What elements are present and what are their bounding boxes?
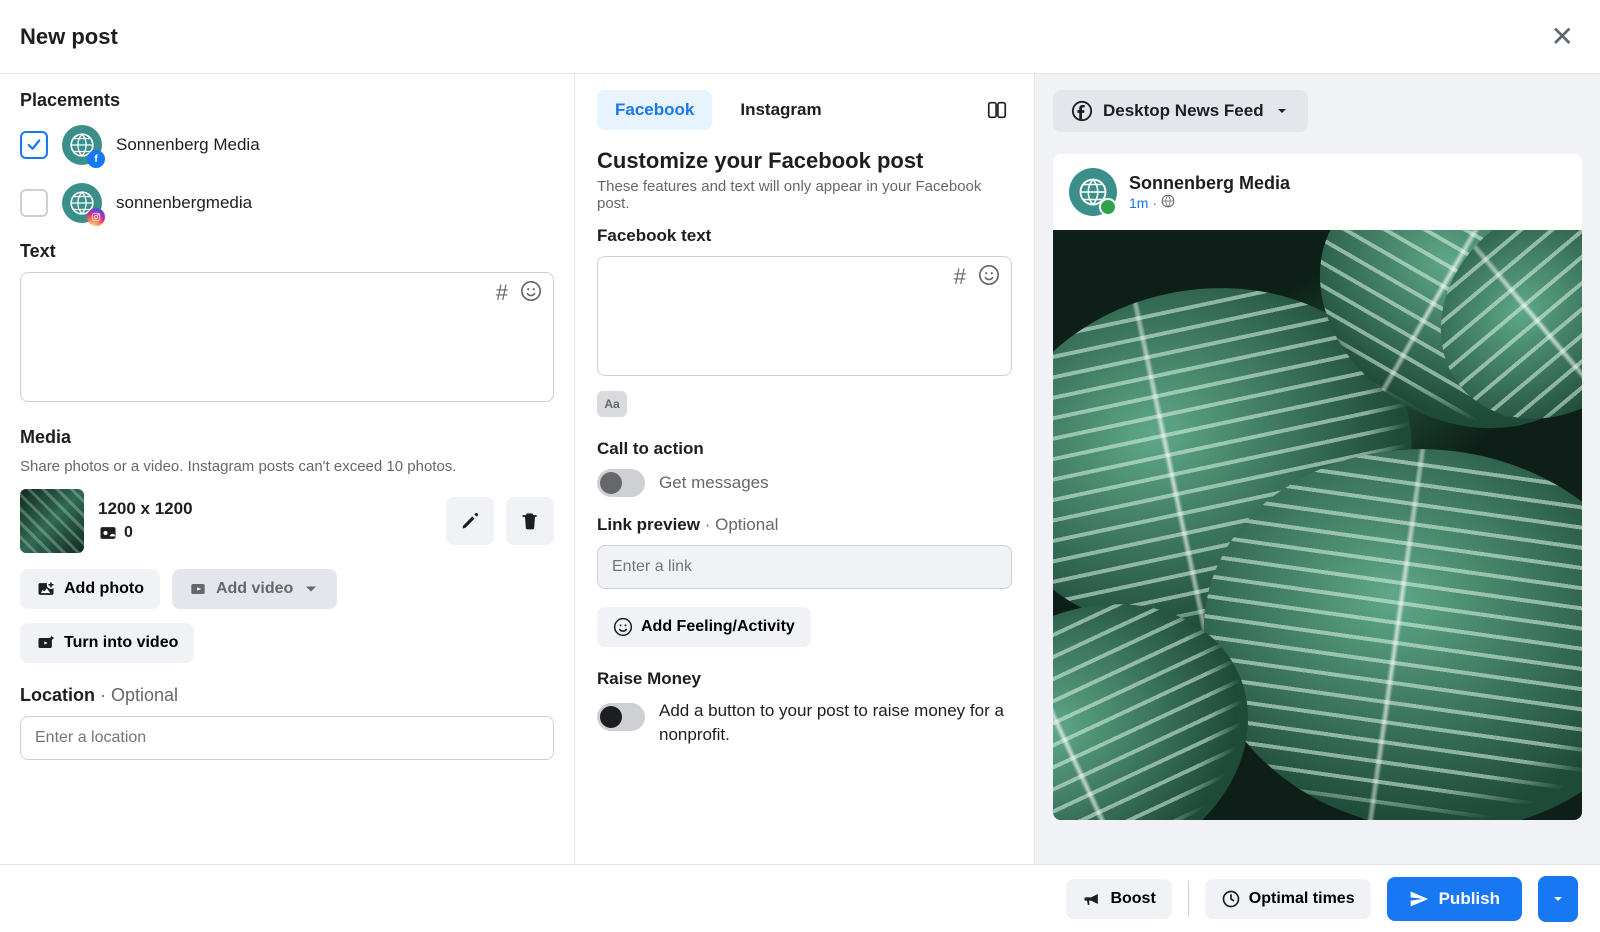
preview-image: [1053, 230, 1582, 820]
optional-label: Optional: [715, 515, 778, 534]
placement-instagram[interactable]: sonnenbergmedia: [20, 183, 554, 223]
edit-media-button[interactable]: [446, 497, 494, 545]
raise-money-toggle[interactable]: [597, 703, 645, 731]
add-photo-label: Add photo: [64, 580, 144, 598]
send-icon: [1409, 889, 1429, 909]
publish-button[interactable]: Publish: [1387, 877, 1522, 921]
footer-actions: Boost Optimal times Publish: [0, 864, 1600, 932]
customize-title: Customize your Facebook post: [597, 148, 1012, 174]
trash-icon: [520, 511, 540, 531]
emoji-icon: [613, 617, 633, 637]
text-style-button[interactable]: Aa: [597, 391, 627, 417]
publish-label: Publish: [1439, 889, 1500, 909]
boost-button[interactable]: Boost: [1066, 879, 1171, 919]
media-desc: Share photos or a video. Instagram posts…: [20, 458, 554, 475]
comparison-toggle-icon[interactable]: [982, 95, 1012, 125]
checkbox-facebook[interactable]: [20, 131, 48, 159]
hashtag-icon[interactable]: #: [496, 280, 508, 308]
location-heading: Location: [20, 685, 95, 705]
avatar-instagram: [62, 183, 102, 223]
emoji-icon[interactable]: [978, 264, 1000, 292]
tab-instagram[interactable]: Instagram: [722, 90, 839, 130]
add-feeling-label: Add Feeling/Activity: [641, 618, 795, 636]
add-video-label: Add video: [216, 580, 293, 598]
location-input[interactable]: [20, 716, 554, 760]
text-heading: Text: [20, 241, 554, 262]
delete-media-button[interactable]: [506, 497, 554, 545]
tag-icon: [98, 523, 118, 543]
media-tag-count: 0: [98, 523, 193, 543]
placement-label: sonnenbergmedia: [116, 193, 252, 213]
preview-time: 1m: [1129, 195, 1148, 211]
avatar-facebook: f: [62, 125, 102, 165]
link-input[interactable]: [597, 545, 1012, 589]
preview-page-name: Sonnenberg Media: [1129, 173, 1290, 194]
emoji-icon[interactable]: [520, 280, 542, 308]
add-video-button[interactable]: Add video: [172, 569, 337, 609]
close-icon[interactable]: ✕: [1545, 14, 1580, 59]
turn-into-video-button[interactable]: Turn into video: [20, 623, 194, 663]
turn-into-video-label: Turn into video: [64, 634, 178, 652]
facebook-text-input[interactable]: [597, 256, 1012, 376]
boost-label: Boost: [1110, 890, 1155, 908]
instagram-badge-icon: [87, 208, 105, 226]
video-sparkle-icon: [36, 633, 56, 653]
post-preview-card: Sonnenberg Media 1m ·: [1053, 154, 1582, 820]
optional-label: Optional: [111, 685, 178, 705]
publish-dropdown-button[interactable]: [1538, 876, 1578, 922]
media-dimensions: 1200 x 1200: [98, 499, 193, 519]
facebook-badge-icon: f: [87, 150, 105, 168]
get-messages-toggle[interactable]: [597, 469, 645, 497]
optimal-times-button[interactable]: Optimal times: [1205, 879, 1371, 919]
left-column: Placements f Sonnenberg Media sonnenberg…: [0, 74, 575, 864]
cta-label: Get messages: [659, 473, 769, 493]
placement-facebook[interactable]: f Sonnenberg Media: [20, 125, 554, 165]
customize-desc: These features and text will only appear…: [597, 178, 1012, 212]
pencil-icon: [460, 511, 480, 531]
facebook-circle-icon: [1071, 100, 1093, 122]
globe-icon: [1161, 194, 1175, 211]
checkbox-instagram[interactable]: [20, 189, 48, 217]
add-photo-button[interactable]: Add photo: [20, 569, 160, 609]
video-icon: [188, 579, 208, 599]
optimal-label: Optimal times: [1249, 890, 1355, 908]
preview-avatar: [1069, 168, 1117, 216]
tab-facebook[interactable]: Facebook: [597, 90, 712, 130]
media-heading: Media: [20, 427, 554, 448]
raise-heading: Raise Money: [597, 669, 1012, 689]
photo-plus-icon: [36, 579, 56, 599]
caret-down-icon: [1274, 103, 1290, 119]
media-thumbnail[interactable]: [20, 489, 84, 553]
hashtag-icon[interactable]: #: [954, 264, 966, 292]
caret-down-icon: [301, 579, 321, 599]
raise-desc: Add a button to your post to raise money…: [659, 699, 1012, 747]
placements-heading: Placements: [20, 90, 554, 111]
megaphone-icon: [1082, 889, 1102, 909]
preview-mode-label: Desktop News Feed: [1103, 101, 1264, 121]
preview-mode-selector[interactable]: Desktop News Feed: [1053, 90, 1308, 132]
page-title: New post: [20, 24, 118, 50]
separator: [1188, 881, 1189, 917]
link-preview-heading: Link preview: [597, 515, 700, 534]
clock-icon: [1221, 889, 1241, 909]
post-text-input[interactable]: [20, 272, 554, 402]
caret-down-icon: [1550, 891, 1566, 907]
placement-label: Sonnenberg Media: [116, 135, 260, 155]
preview-column: Desktop News Feed Sonnenberg Media 1m ·: [1035, 74, 1600, 864]
middle-column: Facebook Instagram Customize your Facebo…: [575, 74, 1035, 864]
add-feeling-button[interactable]: Add Feeling/Activity: [597, 607, 811, 647]
fb-text-heading: Facebook text: [597, 226, 1012, 246]
cta-heading: Call to action: [597, 439, 1012, 459]
